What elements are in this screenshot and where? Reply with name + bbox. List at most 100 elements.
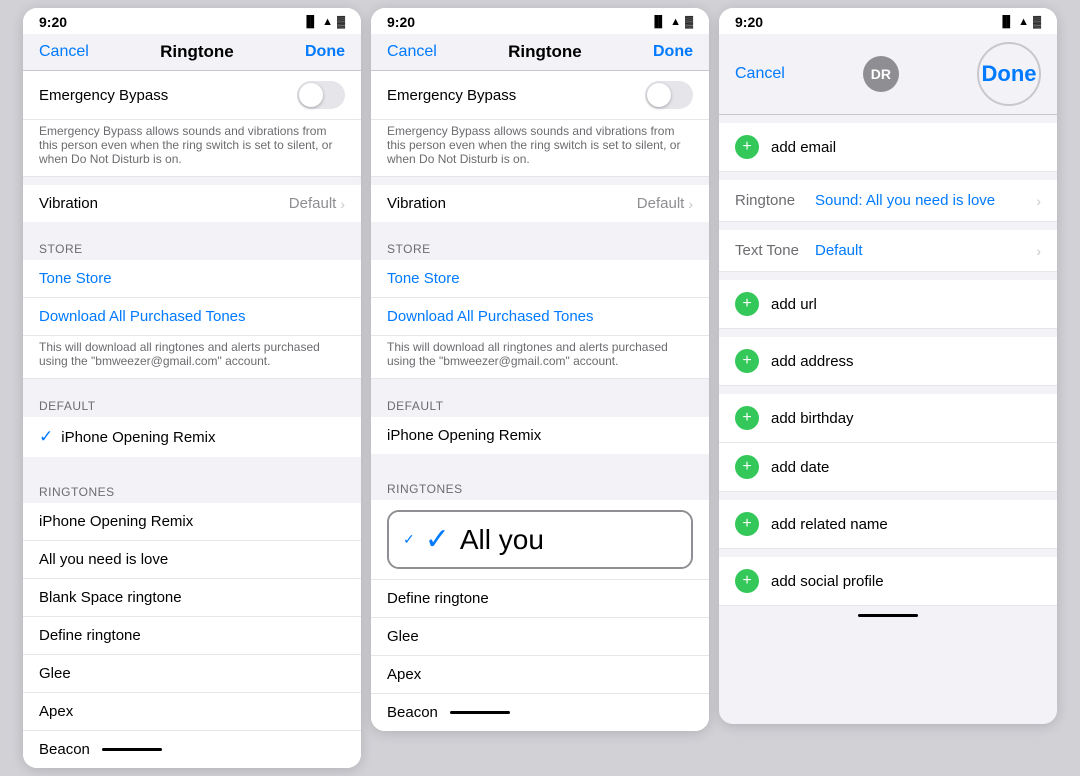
default-item-cell-1[interactable]: ✓ iPhone Opening Remix [23,417,361,457]
ringtone-item-2[interactable]: Blank Space ringtone [23,579,361,617]
ringtones-section-1: iPhone Opening Remix All you need is lov… [23,503,361,768]
content-1: Emergency Bypass Emergency Bypass allows… [23,71,361,768]
download-tones-cell-1[interactable]: Download All Purchased Tones [23,298,361,336]
add-address-label: add address [771,353,854,370]
plus-icon-address: + [735,349,759,373]
chevron-vibration-2: › [688,196,693,212]
nav-title-1: Ringtone [160,42,234,62]
battery-icon-3: ▓ [1033,16,1041,28]
default-header-1: DEFAULT [23,379,361,417]
signal-icon-3: ▐▌ [998,16,1014,28]
plus-icon-url: + [735,292,759,316]
toggle-knob-1 [299,83,323,107]
done-button-2[interactable]: Done [653,43,693,61]
battery-icon-2: ▓ [685,16,693,28]
default-item-cell-2[interactable]: iPhone Opening Remix [371,417,709,454]
add-birthday-row[interactable]: + add birthday [719,394,1057,443]
ringtone-info-label: Ringtone [735,192,815,209]
emergency-bypass-toggle-1[interactable] [297,81,345,109]
tone-store-cell-1[interactable]: Tone Store [23,260,361,298]
ringtone-item-3[interactable]: Define ringtone [23,617,361,655]
status-time-3: 9:20 [735,14,763,30]
ringtone-info-value: Sound: All you need is love [815,192,1036,209]
scroll-indicator-3 [858,614,918,617]
default-item-row-1: ✓ iPhone Opening Remix [39,427,216,447]
ringtone-item-6[interactable]: Beacon [23,731,361,768]
ringtone-item-1[interactable]: All you need is love [23,541,361,579]
highlighted-ringtone-row[interactable]: ✓ ✓ All you [387,510,693,569]
status-icons-2: ▐▌ ▲ ▓ [650,16,693,28]
content-2: Emergency Bypass Emergency Bypass allows… [371,71,709,731]
ringtone-item-0[interactable]: iPhone Opening Remix [23,503,361,541]
scroll-indicator-2 [450,711,510,714]
store-section-1: Tone Store Download All Purchased Tones … [23,260,361,379]
ringtone-p2-beacon[interactable]: Beacon [371,694,709,731]
emergency-bypass-section-1: Emergency Bypass Emergency Bypass allows… [23,71,361,177]
status-bar-3: 9:20 ▐▌ ▲ ▓ [719,8,1057,34]
nav-bar-1: Cancel Ringtone Done [23,34,361,71]
vibration-section-1: Vibration Default › [23,185,361,222]
text-tone-label: Text Tone [735,242,815,259]
add-url-row[interactable]: + add url [719,280,1057,329]
ringtone-p2-glee[interactable]: Glee [371,618,709,656]
download-tones-desc-2: This will download all ringtones and ale… [371,336,709,379]
ringtones-header-2: RINGTONES [371,462,709,500]
emergency-bypass-toggle-2[interactable] [645,81,693,109]
emergency-bypass-cell-2: Emergency Bypass [371,71,709,120]
emergency-bypass-desc-1: Emergency Bypass allows sounds and vibra… [23,120,361,177]
text-tone-row[interactable]: Text Tone Default › [719,230,1057,272]
ringtone-p2-define[interactable]: Define ringtone [371,580,709,618]
status-bar-2: 9:20 ▐▌ ▲ ▓ [371,8,709,34]
big-check-icon: ✓ [425,522,450,557]
add-url-label: add url [771,296,817,313]
ringtone-item-5[interactable]: Apex [23,693,361,731]
add-date-row[interactable]: + add date [719,443,1057,492]
add-related-row[interactable]: + add related name [719,500,1057,549]
tone-store-cell-2[interactable]: Tone Store [371,260,709,298]
default-section-2: iPhone Opening Remix [371,417,709,454]
add-address-row[interactable]: + add address [719,337,1057,386]
cancel-button-1[interactable]: Cancel [39,43,89,61]
text-tone-value: Default [815,242,1036,259]
ringtone-item-4[interactable]: Glee [23,655,361,693]
emergency-bypass-label-2: Emergency Bypass [387,87,516,104]
avatar-circle: DR [863,56,899,92]
download-tones-label-2: Download All Purchased Tones [387,308,594,325]
download-tones-cell-2[interactable]: Download All Purchased Tones [371,298,709,336]
ringtone-p2-apex[interactable]: Apex [371,656,709,694]
ringtone-info-row[interactable]: Ringtone Sound: All you need is love › [719,180,1057,222]
default-header-2: DEFAULT [371,379,709,417]
spacer-3e [719,329,1057,337]
plus-icon-date: + [735,455,759,479]
add-email-row[interactable]: + add email [719,123,1057,172]
emergency-bypass-cell-1: Emergency Bypass [23,71,361,120]
tone-store-label-1: Tone Store [39,270,112,287]
avatar-initials: DR [871,66,891,82]
done-circle-button[interactable]: Done [977,42,1041,106]
cancel-button-3[interactable]: Cancel [735,65,785,83]
add-date-label: add date [771,459,829,476]
spacer-3b [719,172,1057,180]
cancel-button-2[interactable]: Cancel [387,43,437,61]
done-button-1[interactable]: Done [305,43,345,61]
battery-icon-1: ▓ [337,16,345,28]
default-section-1: ✓ iPhone Opening Remix [23,417,361,457]
vibration-cell-2[interactable]: Vibration Default › [371,185,709,222]
spacer-3g [719,492,1057,500]
emergency-bypass-section-2: Emergency Bypass Emergency Bypass allows… [371,71,709,177]
wifi-icon-2: ▲ [670,16,681,28]
add-social-row[interactable]: + add social profile [719,557,1057,606]
panel-3: 9:20 ▐▌ ▲ ▓ Cancel DR Done + add email R… [719,8,1057,724]
vibration-cell-1[interactable]: Vibration Default › [23,185,361,222]
panel-2: 9:20 ▐▌ ▲ ▓ Cancel Ringtone Done Emergen… [371,8,709,731]
toggle-knob-2 [647,83,671,107]
chevron-text-tone: › [1036,243,1041,259]
chevron-ringtone-3: › [1036,193,1041,209]
vibration-value-2: Default › [637,195,693,212]
plus-icon-email: + [735,135,759,159]
wifi-icon-1: ▲ [322,16,333,28]
store-section-2: Tone Store Download All Purchased Tones … [371,260,709,379]
highlighted-cell: ✓ ✓ All you [389,512,691,567]
content-3: + add email Ringtone Sound: All you need… [719,115,1057,724]
chevron-vibration-1: › [340,196,345,212]
